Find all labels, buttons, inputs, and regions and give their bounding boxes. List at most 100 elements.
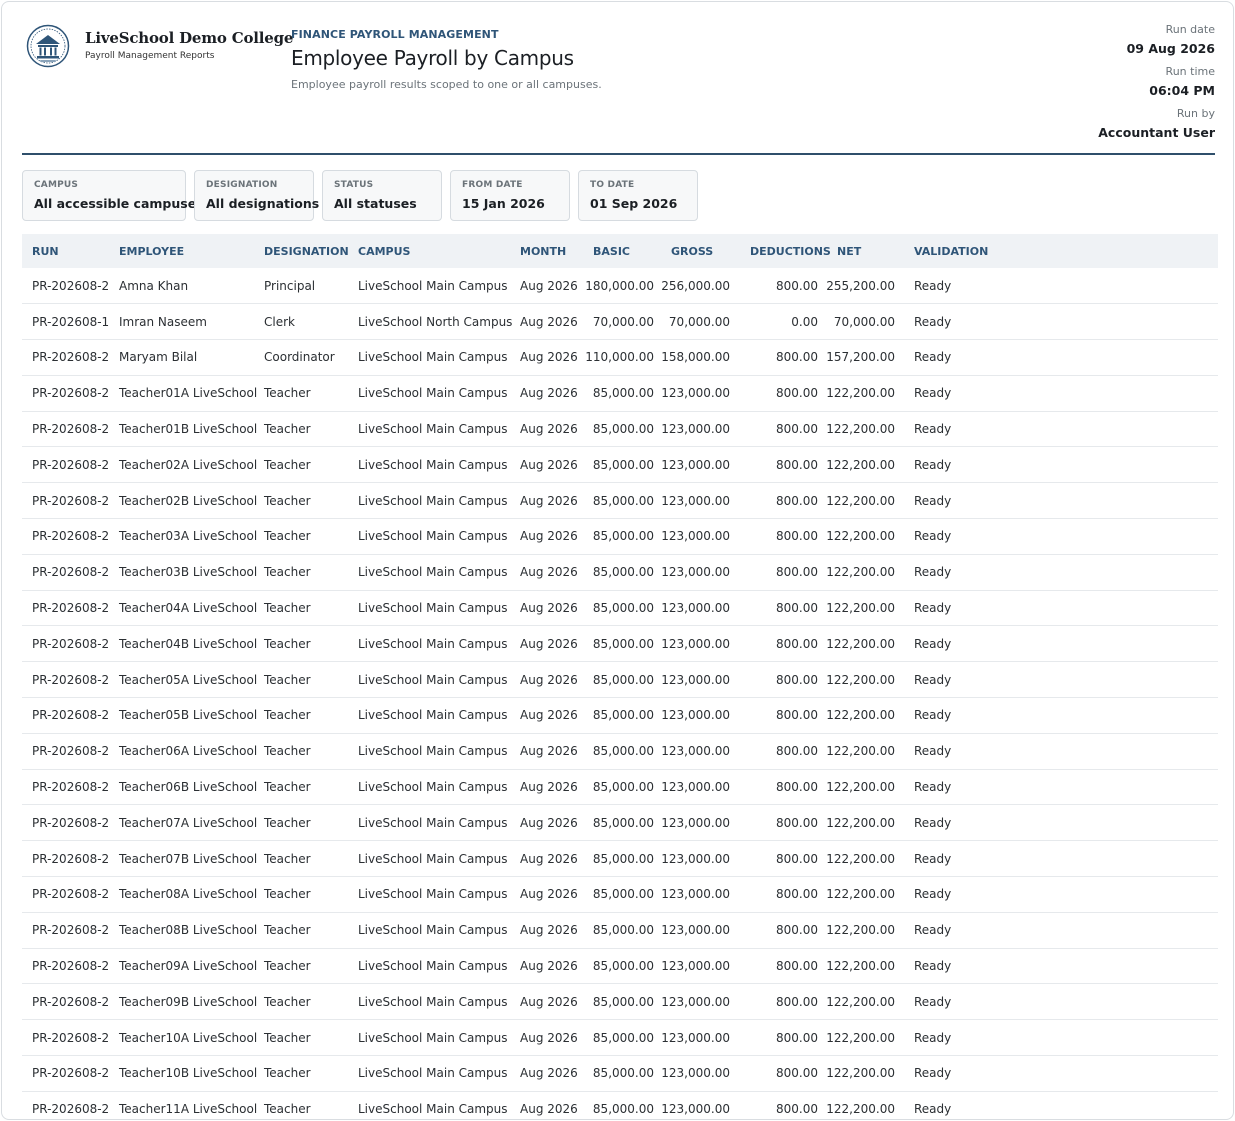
employee-cell: Teacher09A LiveSchool	[119, 948, 264, 985]
table-row[interactable]: PR-202608-1 Imran Naseem Clerk LiveSchool N…	[22, 303, 1218, 341]
filter-label: CAMPUS	[34, 180, 79, 190]
run-cell: PR-202608-2	[22, 804, 119, 842]
basic-cell: 85,000.00	[580, 482, 660, 520]
table-row[interactable]: PR-202608-2 Teacher06B LiveSchool Teacher L…	[22, 769, 1218, 806]
run-cell: PR-202608-2	[22, 948, 119, 985]
gross-cell: 123,000.00	[660, 446, 738, 484]
table-row[interactable]: PR-202608-2 Teacher01B LiveSchool Teacher L…	[22, 411, 1218, 448]
gross-cell: 123,000.00	[660, 590, 738, 627]
deductions-cell: 800.00	[738, 590, 826, 627]
validation-cell: Ready	[905, 1055, 1218, 1092]
table-row[interactable]: PR-202608-2 Teacher11A LiveSchool Teacher L…	[22, 1091, 1218, 1119]
table-row[interactable]: PR-202608-2 Amna Khan Principal LiveSchool …	[22, 268, 1218, 305]
campus-cell: LiveSchool Main Campus	[358, 733, 520, 770]
report-header: LiveSchool Demo College Payroll Manageme…	[22, 2, 1215, 155]
deductions-cell: 800.00	[738, 912, 826, 949]
table-row[interactable]: PR-202608-2 Teacher07A LiveSchool Teacher L…	[22, 804, 1218, 842]
table-row[interactable]: PR-202608-2 Teacher06A LiveSchool Teacher L…	[22, 733, 1218, 770]
filter-campus[interactable]: CAMPUS All accessible campuses	[22, 170, 204, 221]
net-cell: 122,200.00	[826, 804, 905, 842]
month-cell: Aug 2026	[520, 912, 580, 949]
designation-cell: Teacher	[264, 1091, 358, 1119]
filter-designation[interactable]: DESIGNATION All designations	[194, 170, 319, 221]
table-row[interactable]: PR-202608-2 Teacher03B LiveSchool Teacher L…	[22, 554, 1218, 591]
college-subtitle: Payroll Management Reports	[85, 51, 215, 61]
month-cell: Aug 2026	[520, 482, 580, 520]
designation-cell: Teacher	[264, 1019, 358, 1057]
col-header-deductions[interactable]: DEDUCTIONS	[738, 234, 831, 268]
filter-from-date[interactable]: FROM DATE 15 Jan 2026	[450, 170, 570, 221]
table-row[interactable]: PR-202608-2 Teacher04A LiveSchool Teacher L…	[22, 590, 1218, 627]
col-header-employee[interactable]: EMPLOYEE	[119, 234, 264, 268]
table-row[interactable]: PR-202608-2 Teacher01A LiveSchool Teacher L…	[22, 375, 1218, 412]
campus-cell: LiveSchool Main Campus	[358, 983, 520, 1021]
deductions-cell: 800.00	[738, 804, 826, 842]
deductions-cell: 800.00	[738, 446, 826, 484]
month-cell: Aug 2026	[520, 339, 580, 376]
campus-cell: LiveSchool North Campus	[358, 303, 520, 341]
net-cell: 122,200.00	[826, 518, 905, 555]
table-row[interactable]: PR-202608-2 Teacher08A LiveSchool Teacher L…	[22, 876, 1218, 913]
col-header-month[interactable]: MONTH	[520, 234, 580, 268]
table-row[interactable]: PR-202608-2 Teacher10B LiveSchool Teacher L…	[22, 1055, 1218, 1092]
basic-cell: 85,000.00	[580, 1019, 660, 1057]
run-cell: PR-202608-2	[22, 625, 119, 663]
employee-cell: Teacher02B LiveSchool	[119, 482, 264, 520]
campus-cell: LiveSchool Main Campus	[358, 769, 520, 806]
validation-cell: Ready	[905, 1019, 1218, 1057]
gross-cell: 123,000.00	[660, 482, 738, 520]
month-cell: Aug 2026	[520, 948, 580, 985]
basic-cell: 85,000.00	[580, 948, 660, 985]
gross-cell: 123,000.00	[660, 697, 738, 734]
run-cell: PR-202608-2	[22, 554, 119, 591]
table-row[interactable]: PR-202608-2 Teacher05B LiveSchool Teacher L…	[22, 697, 1218, 734]
table-row[interactable]: PR-202608-2 Teacher02B LiveSchool Teacher L…	[22, 482, 1218, 520]
table-row[interactable]: PR-202608-2 Teacher08B LiveSchool Teacher L…	[22, 912, 1218, 949]
employee-cell: Teacher02A LiveSchool	[119, 446, 264, 484]
col-header-run[interactable]: RUN	[22, 234, 119, 268]
col-header-gross[interactable]: GROSS	[660, 234, 738, 268]
basic-cell: 85,000.00	[580, 769, 660, 806]
col-header-basic[interactable]: BASIC	[580, 234, 660, 268]
deductions-cell: 0.00	[738, 303, 826, 341]
validation-cell: Ready	[905, 733, 1218, 770]
employee-cell: Teacher03A LiveSchool	[119, 518, 264, 555]
designation-cell: Teacher	[264, 590, 358, 627]
run-cell: PR-202608-2	[22, 1019, 119, 1057]
month-cell: Aug 2026	[520, 303, 580, 341]
deductions-cell: 800.00	[738, 948, 826, 985]
col-header-validation[interactable]: VALIDATION	[905, 234, 1218, 268]
table-row[interactable]: PR-202608-2 Teacher04B LiveSchool Teacher L…	[22, 625, 1218, 663]
basic-cell: 70,000.00	[580, 303, 660, 341]
validation-cell: Ready	[905, 339, 1218, 376]
campus-cell: LiveSchool Main Campus	[358, 1055, 520, 1092]
col-header-net[interactable]: NET	[826, 234, 905, 268]
validation-cell: Ready	[905, 518, 1218, 555]
deductions-cell: 800.00	[738, 411, 826, 448]
table-row[interactable]: PR-202608-2 Teacher07B LiveSchool Teacher L…	[22, 840, 1218, 878]
deductions-cell: 800.00	[738, 840, 826, 878]
designation-cell: Teacher	[264, 446, 358, 484]
col-header-designation[interactable]: DESIGNATION	[264, 234, 358, 268]
filter-status[interactable]: STATUS All statuses	[322, 170, 442, 221]
campus-cell: LiveSchool Main Campus	[358, 948, 520, 985]
basic-cell: 85,000.00	[580, 661, 660, 699]
table-row[interactable]: PR-202608-2 Teacher09B LiveSchool Teacher L…	[22, 983, 1218, 1021]
table-row[interactable]: PR-202608-2 Teacher10A LiveSchool Teacher L…	[22, 1019, 1218, 1057]
validation-cell: Ready	[905, 268, 1218, 305]
net-cell: 122,200.00	[826, 482, 905, 520]
payroll-table: RUN EMPLOYEE DESIGNATION CAMPUS MONTH BA…	[22, 234, 1218, 1119]
validation-cell: Ready	[905, 375, 1218, 412]
col-header-campus[interactable]: CAMPUS	[358, 234, 520, 268]
month-cell: Aug 2026	[520, 1019, 580, 1057]
net-cell: 122,200.00	[826, 590, 905, 627]
table-row[interactable]: PR-202608-2 Teacher02A LiveSchool Teacher L…	[22, 446, 1218, 484]
designation-cell: Teacher	[264, 948, 358, 985]
table-row[interactable]: PR-202608-2 Teacher05A LiveSchool Teacher L…	[22, 661, 1218, 699]
table-row[interactable]: PR-202608-2 Maryam Bilal Coordinator LiveSc…	[22, 339, 1218, 376]
gross-cell: 123,000.00	[660, 948, 738, 985]
employee-cell: Teacher04B LiveSchool	[119, 625, 264, 663]
table-row[interactable]: PR-202608-2 Teacher09A LiveSchool Teacher L…	[22, 948, 1218, 985]
table-row[interactable]: PR-202608-2 Teacher03A LiveSchool Teacher L…	[22, 518, 1218, 555]
filter-to-date[interactable]: TO DATE 01 Sep 2026	[578, 170, 698, 221]
